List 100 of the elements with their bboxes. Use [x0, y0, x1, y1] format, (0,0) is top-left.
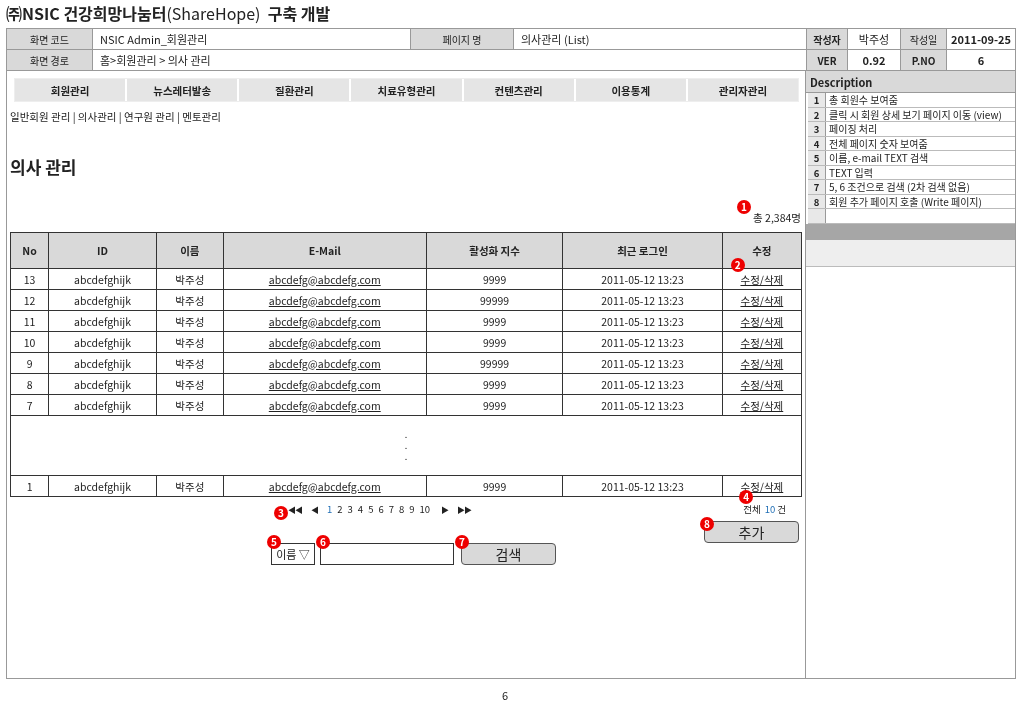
document-title: ㈜NSIC 건강희망나눔터(ShareHope) 구축 개발: [6, 3, 332, 27]
column-header: E-Mail: [223, 232, 427, 269]
page-link[interactable]: 8: [398, 502, 405, 516]
header-label: 작성자: [806, 29, 847, 49]
description-number: 1: [808, 93, 826, 107]
header-label: P.NO: [900, 50, 946, 70]
table-cell: 박주성: [156, 331, 224, 353]
nav-tab[interactable]: 관리자관리: [685, 79, 798, 101]
page-link[interactable]: 10: [419, 502, 431, 516]
page-link[interactable]: 2: [337, 502, 343, 516]
annotation-marker: 5: [267, 535, 281, 549]
page-number: 6: [500, 687, 510, 703]
description-text: 총 회원수 보여줌: [828, 93, 898, 107]
count-number: 10: [764, 502, 776, 516]
header-value: 6: [946, 50, 1016, 70]
page-link[interactable]: 4: [357, 502, 364, 516]
description-title: Description: [806, 71, 1015, 93]
table-cell: abcdefghijk: [48, 394, 157, 416]
table-cell: 2011-05-12 13:23: [562, 289, 723, 311]
page-link[interactable]: 9: [409, 502, 415, 516]
description-text: 5, 6 조건으로 검색 (2차 검색 없음): [828, 180, 970, 194]
table-cell: 12: [10, 289, 49, 311]
submenu-links[interactable]: 일반회원 관리 | 의사관리 | 연구원 관리 | 멘토관리: [10, 109, 221, 124]
page-heading: 의사 관리: [10, 154, 78, 181]
ellipsis-dot: .: [404, 440, 408, 451]
column-header: No: [10, 232, 49, 269]
table-cell: 2011-05-12 13:23: [562, 310, 723, 332]
description-text: 회원 추가 페이지 호출 (Write 페이지): [828, 194, 982, 208]
table-cell: 10: [10, 331, 49, 353]
table-cell: 9999: [426, 268, 563, 290]
description-number: 5: [808, 151, 826, 165]
description-text: 페이징 처리: [828, 122, 878, 136]
table-cell: 박주성: [156, 268, 224, 290]
nav-tab[interactable]: 컨텐츠관리: [461, 79, 574, 101]
table-cell: 99999: [426, 352, 563, 374]
nav-tab[interactable]: 뉴스레터발송: [125, 79, 238, 101]
table-cell: 2011-05-12 13:23: [562, 394, 723, 416]
table-cell: abcdefghijk: [48, 268, 157, 290]
table-cell: 9999: [426, 373, 563, 395]
header-value: 2011-09-25: [946, 29, 1016, 49]
header-label: VER: [806, 50, 847, 70]
header-label: 페이지 명: [410, 29, 513, 49]
table-cell: 11: [10, 310, 49, 332]
page-link[interactable]: 3: [347, 502, 353, 516]
nav-tab[interactable]: 회원관리: [15, 79, 126, 101]
table-cell: 9999: [426, 475, 563, 497]
description-number: 3: [808, 122, 826, 136]
ellipsis-dot: .: [404, 429, 408, 440]
table-cell: 2011-05-12 13:23: [562, 352, 723, 374]
table-cell: 박주성: [156, 475, 224, 497]
table-cell: abcdefghijk: [48, 373, 157, 395]
header-label: 작성일: [900, 29, 946, 49]
nav-tab[interactable]: 질환관리: [237, 79, 350, 101]
page-link[interactable]: 1: [327, 502, 333, 516]
column-header: 최근 로그인: [562, 232, 723, 269]
nav-tab[interactable]: 이용통계: [573, 79, 686, 101]
last-page-button[interactable]: ▶▶: [457, 503, 472, 515]
page-link[interactable]: 7: [388, 502, 394, 516]
description-text: 클릭 시 회원 상세 보기 페이지 이동 (view): [828, 107, 1002, 121]
annotation-marker: 7: [455, 535, 469, 549]
description-text: 이름, e-mail TEXT 검색: [828, 151, 929, 165]
description-number: 7: [808, 180, 826, 194]
first-page-button[interactable]: ◀◀: [288, 503, 302, 515]
table-cell: 9999: [426, 331, 563, 353]
table-cell: abcdefghijk: [48, 352, 157, 374]
column-header: 활성화 지수: [426, 232, 563, 269]
header-label: 화면 경로: [6, 50, 92, 70]
annotation-marker: 3: [274, 506, 288, 520]
previous-page-button[interactable]: ◀: [311, 503, 318, 515]
count-label: 전체: [743, 502, 761, 516]
next-page-button[interactable]: ▶: [441, 503, 449, 515]
table-cell: abcdefghijk: [48, 475, 157, 497]
description-text: TEXT 입력: [828, 165, 874, 179]
annotation-marker: 6: [316, 535, 330, 549]
page-link[interactable]: 5: [368, 502, 374, 516]
table-cell: 2011-05-12 13:23: [562, 331, 723, 353]
table-cell: 8: [10, 373, 49, 395]
page-link[interactable]: 6: [378, 502, 384, 516]
nav-tab[interactable]: 치료유형관리: [349, 79, 462, 101]
table-cell: 2011-05-12 13:23: [562, 373, 723, 395]
table-cell: 1: [10, 475, 49, 497]
table-cell: 박주성: [156, 289, 224, 311]
table-cell: 13: [10, 268, 49, 290]
count-unit: 건: [777, 502, 786, 516]
table-cell: abcdefghijk: [48, 331, 157, 353]
table-cell: abcdefghijk: [48, 310, 157, 332]
table-cell: 박주성: [156, 310, 224, 332]
annotation-marker: 8: [700, 517, 714, 531]
table-cell: 2011-05-12 13:23: [562, 475, 723, 497]
column-header: 이름: [156, 232, 224, 269]
annotation-marker: 1: [737, 200, 751, 214]
table-cell: 박주성: [156, 352, 224, 374]
table-cell: 9999: [426, 394, 563, 416]
table-cell: 99999: [426, 289, 563, 311]
table-cell: 7: [10, 394, 49, 416]
table-cell: abcdefghijk: [48, 289, 157, 311]
table-cell: 박주성: [156, 394, 224, 416]
table-cell: 9999: [426, 310, 563, 332]
ellipsis-dot: .: [404, 451, 408, 462]
table-cell: 박주성: [156, 373, 224, 395]
